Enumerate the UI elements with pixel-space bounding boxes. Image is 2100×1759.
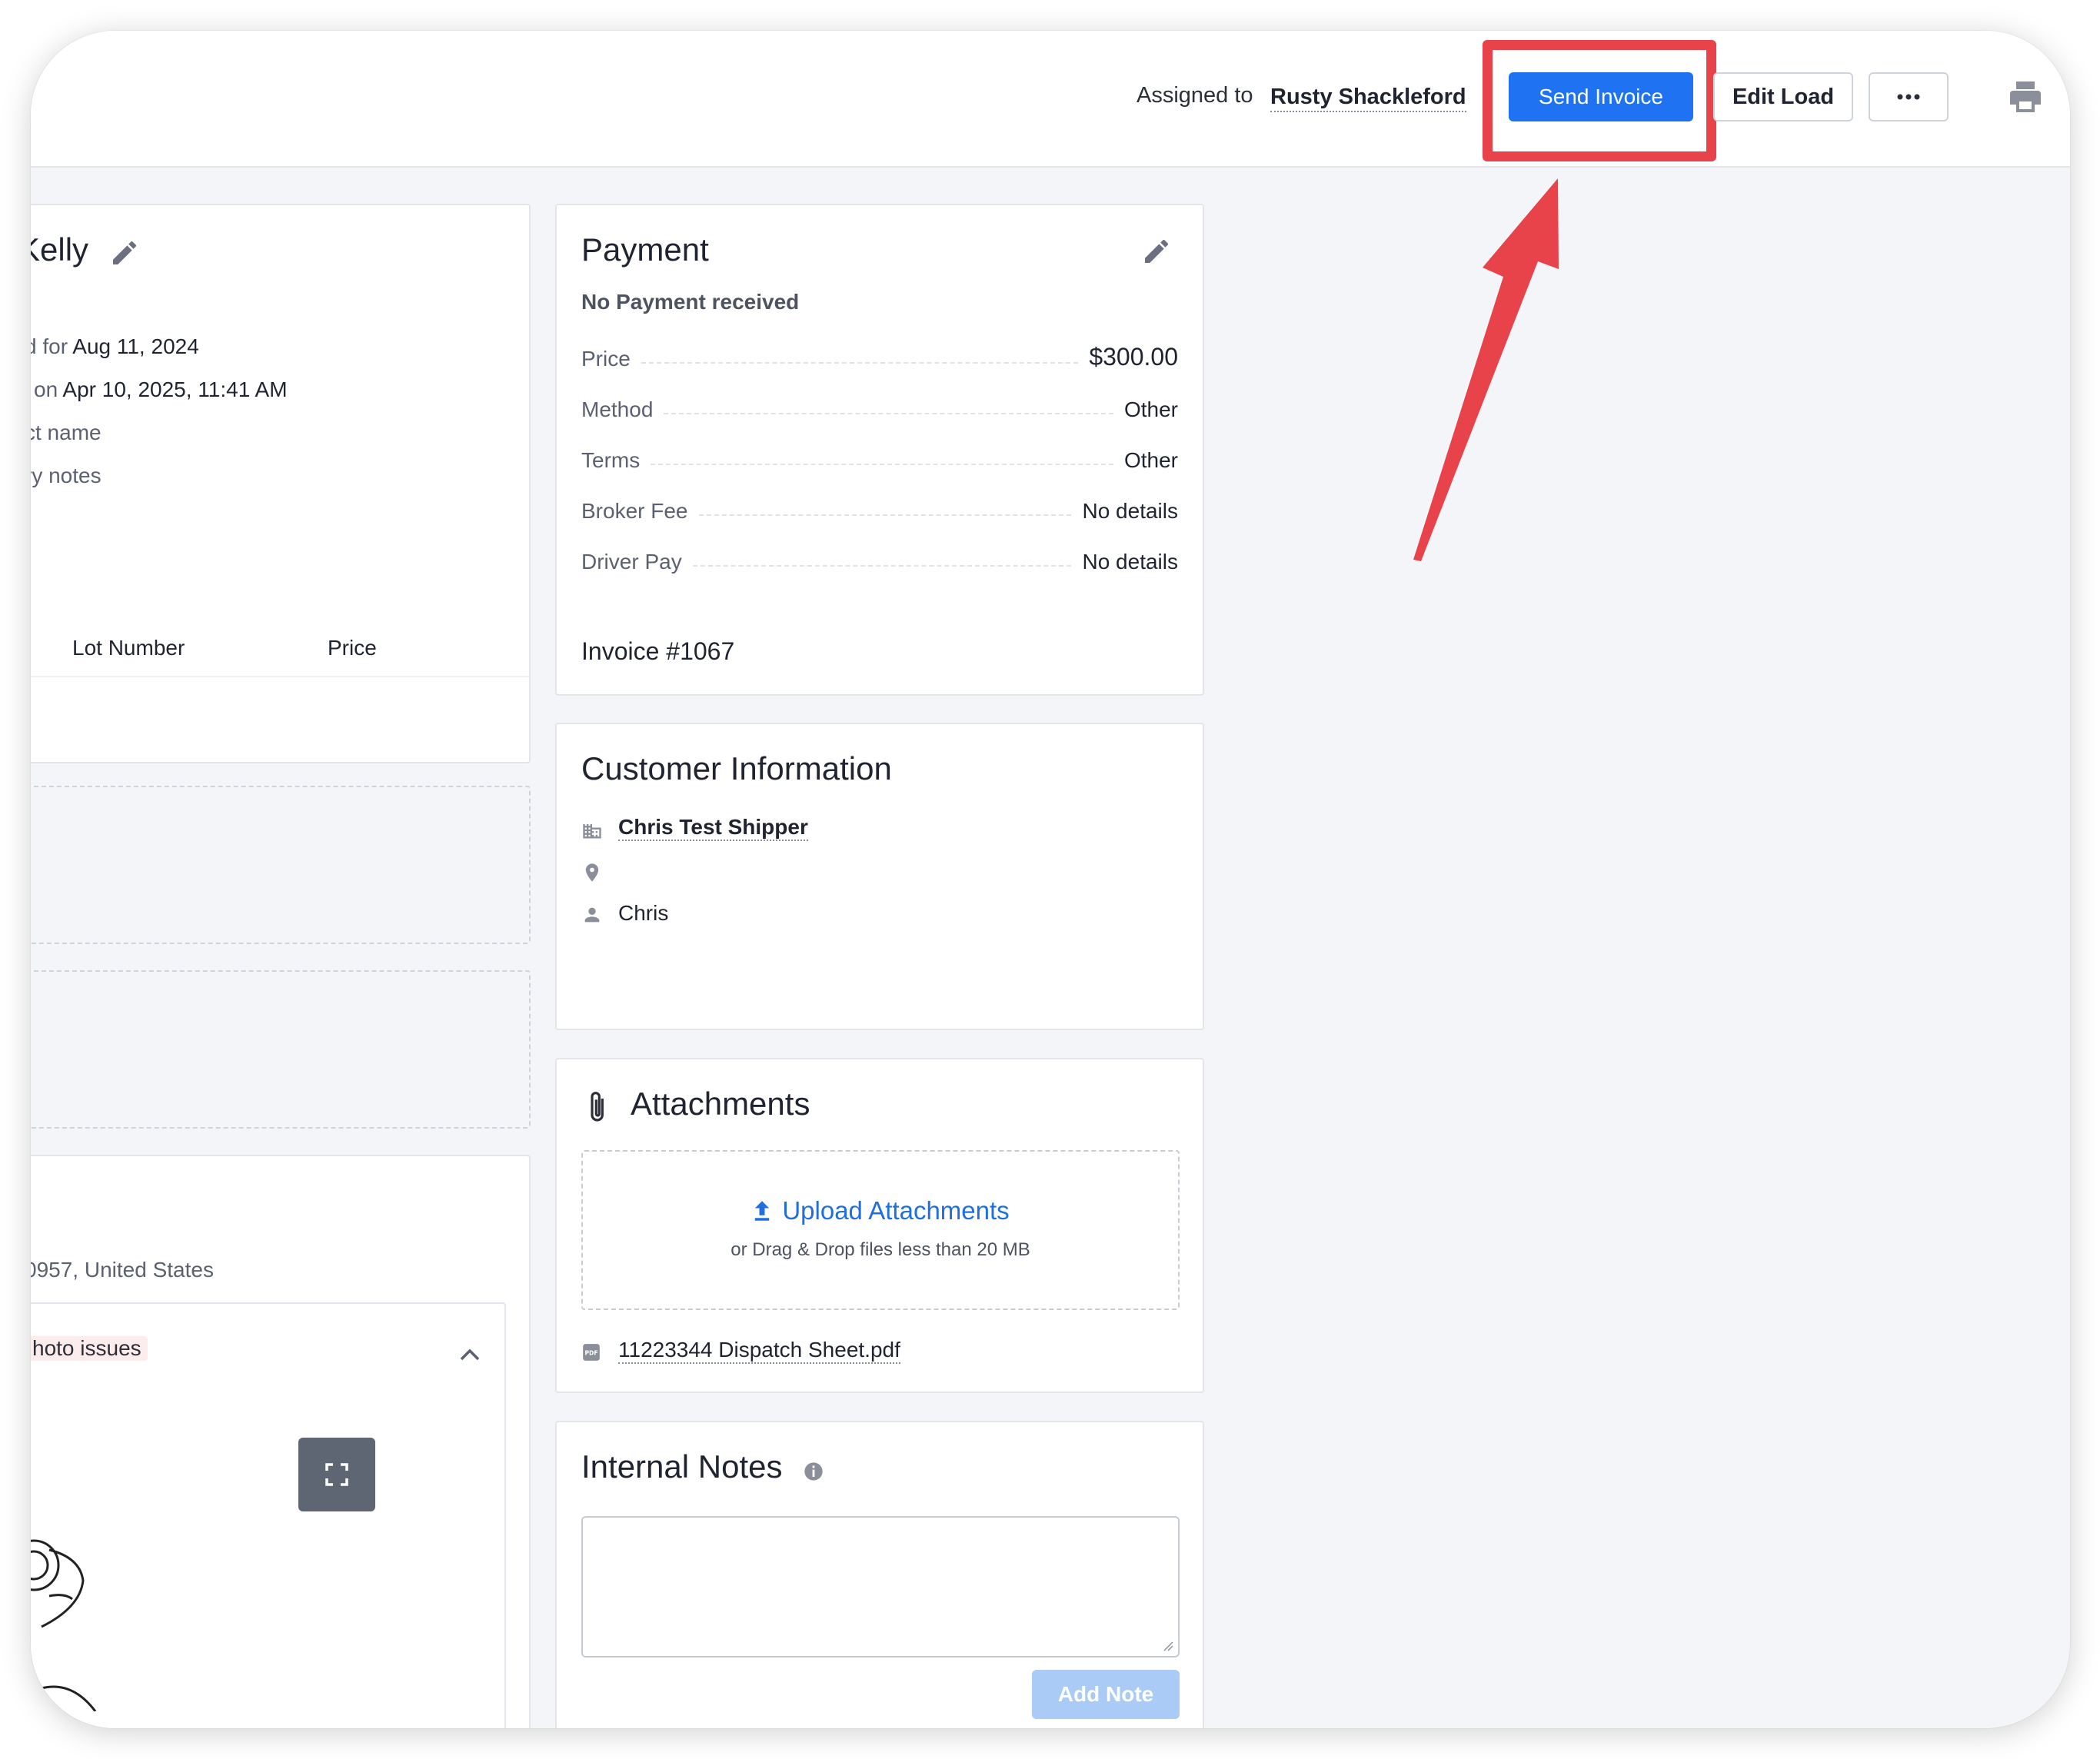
pencil-icon[interactable] — [109, 238, 140, 268]
paperclip-icon — [591, 1092, 604, 1122]
upload-label: Upload Attachments — [782, 1196, 1010, 1225]
app-window: Assigned to Rusty Shackleford Send Invoi… — [31, 31, 2070, 1728]
resize-handle-icon[interactable] — [1161, 1639, 1173, 1651]
internal-notes-card: Internal Notes Add Note — [555, 1421, 1204, 1728]
contact-name: ct name — [31, 421, 102, 444]
payment-card: Payment No Payment received Price $300.0… — [555, 204, 1204, 696]
address-text: 0957, United States — [31, 1258, 214, 1282]
broker-fee-label: Broker Fee — [581, 499, 688, 523]
created-date-row: on Apr 10, 2025, 11:41 AM — [34, 377, 288, 402]
column-lot-number: Lot Number — [72, 636, 185, 660]
location-pin-icon — [585, 863, 599, 882]
price-label: Price — [581, 347, 631, 371]
customer-title: Customer Information — [581, 750, 892, 786]
chevron-up-icon[interactable] — [458, 1347, 481, 1362]
upload-dropzone[interactable]: Upload Attachments or Drag & Drop files … — [581, 1150, 1180, 1310]
leader-dots — [664, 413, 1113, 414]
price-value: $300.00 — [1089, 343, 1178, 371]
leader-dots — [651, 464, 1113, 465]
contact-person: Chris — [618, 901, 669, 925]
vehicle-card: 0957, United States hoto issues — [31, 1155, 531, 1728]
upload-attachments-link[interactable]: Upload Attachments — [583, 1196, 1178, 1225]
assignee-link[interactable]: Rusty Shackleford — [1270, 83, 1466, 112]
highlight-box — [1483, 40, 1716, 161]
leader-dots — [698, 514, 1072, 516]
terms-label: Terms — [581, 448, 641, 472]
created-date-label: on — [34, 377, 58, 401]
invoice-number: Invoice #1067 — [581, 637, 735, 665]
assigned-label: Assigned to — [1137, 83, 1253, 108]
svg-text:PDF: PDF — [584, 1349, 597, 1356]
notes-textarea[interactable] — [581, 1516, 1180, 1658]
info-icon[interactable] — [803, 1461, 824, 1482]
payment-title: Payment — [581, 231, 709, 268]
pdf-file-icon: PDF — [583, 1344, 600, 1361]
delivery-dropzone[interactable] — [31, 970, 531, 1129]
load-title: Kelly — [31, 231, 89, 268]
company-link[interactable]: Chris Test Shipper — [618, 815, 808, 841]
top-bar: Assigned to Rusty Shackleford Send Invoi… — [31, 31, 2070, 168]
pickup-date-row: d for Aug 11, 2024 — [31, 334, 199, 359]
method-label: Method — [581, 397, 654, 421]
attachment-file-link[interactable]: 11223344 Dispatch Sheet.pdf — [618, 1338, 900, 1364]
payment-row-driver-pay: Driver Pay No details — [581, 536, 1178, 574]
driver-pay-value: No details — [1082, 550, 1178, 574]
edit-load-button[interactable]: Edit Load — [1713, 72, 1853, 121]
expand-icon — [325, 1463, 348, 1486]
payment-row-terms: Terms Other — [581, 434, 1178, 473]
payment-row-price: Price $300.00 — [581, 333, 1178, 371]
leader-dots — [692, 565, 1072, 567]
payment-status: No Payment received — [581, 290, 800, 314]
notes-title: Internal Notes — [581, 1448, 783, 1485]
pickup-dropzone[interactable] — [31, 786, 531, 944]
photo-issues-tag: hoto issues — [31, 1336, 148, 1361]
person-icon — [584, 907, 600, 923]
ellipsis-icon — [1897, 94, 1920, 100]
print-icon[interactable] — [2007, 78, 2044, 115]
pencil-icon[interactable] — [1141, 236, 1172, 267]
upload-icon — [755, 1201, 770, 1221]
attachments-title: Attachments — [631, 1086, 810, 1122]
pickup-date: Aug 11, 2024 — [72, 334, 199, 358]
payment-row-method: Method Other — [581, 384, 1178, 422]
attachments-card: Attachments Upload Attachments or Drag &… — [555, 1058, 1204, 1393]
vehicle-diagram-icon — [31, 1539, 97, 1711]
driver-pay-label: Driver Pay — [581, 550, 682, 574]
upload-hint: or Drag & Drop files less than 20 MB — [731, 1239, 1030, 1260]
column-price: Price — [328, 636, 377, 660]
terms-value: Other — [1123, 448, 1178, 472]
leader-dots — [641, 362, 1079, 364]
inspection-panel: hoto issues — [31, 1302, 506, 1728]
created-date: Apr 10, 2025, 11:41 AM — [62, 377, 288, 401]
building-icon — [583, 823, 601, 839]
table-divider — [31, 676, 529, 677]
method-value: Other — [1123, 397, 1178, 421]
fullscreen-button[interactable] — [298, 1438, 375, 1511]
pickup-date-label: d for — [31, 334, 68, 358]
more-options-button[interactable] — [1869, 72, 1949, 121]
add-note-button[interactable]: Add Note — [1032, 1670, 1180, 1719]
payment-row-broker-fee: Broker Fee No details — [581, 485, 1178, 524]
broker-fee-value: No details — [1082, 499, 1178, 523]
customer-card: Customer Information Chris Test Shipper … — [555, 723, 1204, 1030]
load-details-card: Kelly d for Aug 11, 2024 on Apr 10, 2025… — [31, 204, 531, 763]
delivery-notes: ry notes — [31, 464, 102, 487]
